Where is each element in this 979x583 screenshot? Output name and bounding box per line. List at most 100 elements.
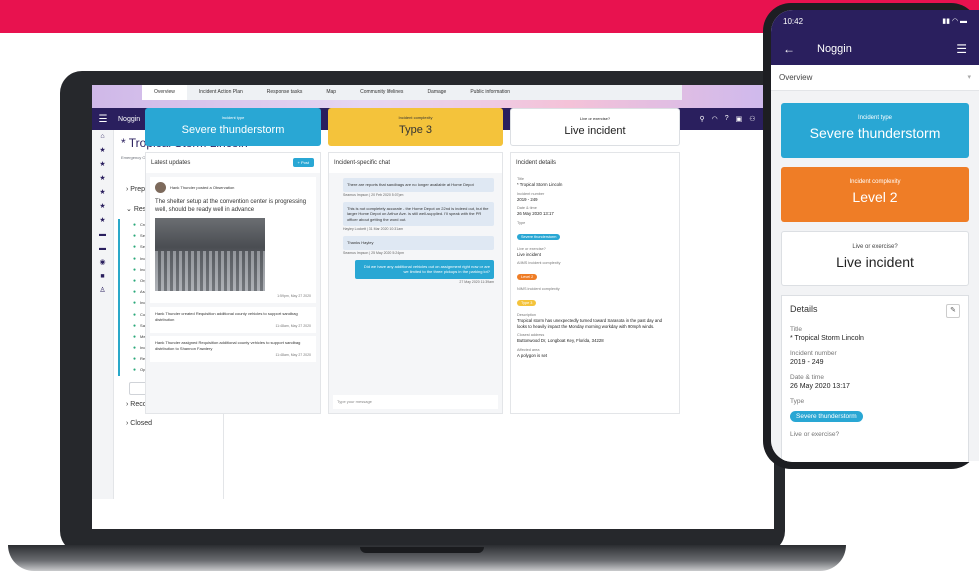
live-or-exercise-card: Live or exercise? Live incident <box>781 231 969 286</box>
phone-app-title: Noggin <box>817 42 852 55</box>
menu-icon[interactable]: ☰ <box>956 42 967 56</box>
star-icon[interactable]: ★ <box>92 200 113 214</box>
tab-response-tasks[interactable]: Response tasks <box>255 85 315 100</box>
tab-incident-action-plan[interactable]: Incident Action Plan <box>187 85 255 100</box>
detail-label: Title <box>790 326 803 333</box>
detail-value: * Tropical Storm Lincoln <box>790 335 864 342</box>
details-heading: Details <box>790 304 818 314</box>
home-icon[interactable]: ⌂ <box>92 130 113 144</box>
incident-type-card: Incident type Severe thunderstorm <box>145 108 321 146</box>
tab-map[interactable]: Map <box>314 85 348 100</box>
incident-complexity-card: Incident complexity Type 3 <box>328 108 503 146</box>
panel-heading: Incident details <box>511 153 679 173</box>
detail-label: NIMS incident complexity <box>517 287 560 291</box>
left-icon-rail: ⌂ ★ ★ ★ ★ ★ ★ ▬ ▬ ◉ ■ ♙ <box>92 130 114 499</box>
chat-message: Thanks Hayley <box>343 236 494 250</box>
card-value: Type 3 <box>398 124 433 136</box>
latest-updates-panel: Latest updates + Post Hank Thunder poste… <box>145 152 321 414</box>
update-card: Hank Thunder posted a Observation The sh… <box>150 177 316 303</box>
detail-value: 2019 - 249 <box>790 359 824 366</box>
detail-value: Buttonwood Dr, Longboat Key, Florida, 34… <box>517 338 604 343</box>
phone-app-bar: ← Noggin ☰ <box>771 32 979 65</box>
detail-label: Date & time <box>790 374 824 381</box>
person-icon[interactable]: ♙ <box>92 284 113 298</box>
globe-icon[interactable]: ◉ <box>92 256 113 270</box>
details-list: Title * Tropical Storm Lincoln Incident … <box>511 177 679 358</box>
tab-bar: Overview Incident Action Plan Response t… <box>142 85 682 100</box>
star-icon[interactable]: ★ <box>92 158 113 172</box>
details-header: Details ✎ <box>790 304 960 318</box>
update-row[interactable]: Hank Thunder assigned Requisition additi… <box>150 336 316 362</box>
card-value: Level 2 <box>852 189 898 205</box>
detail-label: AIIMS incident complexity <box>517 261 561 265</box>
card-value: Severe thunderstorm <box>181 124 285 136</box>
nims-badge: Type 3 <box>517 300 537 306</box>
detail-value: 26 May 2020 13:17 <box>517 211 554 216</box>
detail-label: Affected area <box>517 347 540 352</box>
chat-icon[interactable]: ▬ <box>92 228 113 242</box>
author-line: Hank Thunder posted a Observation <box>170 185 235 190</box>
card-value: Live incident <box>564 125 626 137</box>
tab-community-lifelines[interactable]: Community lifelines <box>348 85 415 100</box>
help-icon[interactable]: ? <box>725 115 729 123</box>
avatar <box>155 182 166 193</box>
folder-icon[interactable]: ▬ <box>92 242 113 256</box>
detail-label: Type <box>790 398 805 405</box>
card-value: Severe thunderstorm <box>809 125 941 141</box>
card-label: Incident complexity <box>398 115 433 120</box>
briefcase-icon[interactable]: ■ <box>92 270 113 284</box>
detail-value: * Tropical Storm Lincoln <box>517 182 563 187</box>
chat-input[interactable]: Type your message <box>333 395 498 409</box>
star-icon[interactable]: ★ <box>92 214 113 228</box>
card-label: Incident type <box>221 115 245 120</box>
shelter-photo[interactable] <box>155 218 265 291</box>
card-label: Live or exercise? <box>852 244 898 250</box>
detail-value: Live incident <box>517 251 541 257</box>
detail-value: 2019 - 249 <box>517 196 538 202</box>
star-icon[interactable]: ★ <box>92 144 113 158</box>
detail-label: Live or exercise? <box>517 246 546 251</box>
post-button[interactable]: + Post <box>292 158 314 167</box>
phone-content: Incident type Severe thunderstorm Incide… <box>771 91 979 462</box>
phone-status-bar: 10:42 ▮▮ ◠ ▬ <box>771 10 979 32</box>
sidebar-group-closed[interactable]: › Closed <box>114 414 223 433</box>
tab-public-information[interactable]: Public information <box>458 85 522 100</box>
star-icon[interactable]: ★ <box>92 186 113 200</box>
tab-overview[interactable]: Overview <box>142 85 187 100</box>
back-arrow-icon[interactable]: ← <box>783 42 795 56</box>
chevron-down-icon: ▾ <box>967 74 971 81</box>
view-dropdown[interactable]: Overview ▾ <box>771 65 979 91</box>
detail-value: Tropical storm has unexpectedly turned t… <box>517 318 663 329</box>
edit-pencil-icon[interactable]: ✎ <box>946 304 960 318</box>
detail-label: Date & time <box>517 206 537 210</box>
chat-message: There are reports that sandbags are no l… <box>343 178 494 192</box>
detail-label: Description <box>517 313 536 317</box>
detail-label: Closest address <box>517 333 545 337</box>
menu-icon[interactable]: ☰ <box>92 114 114 125</box>
card-label: Live or exercise? <box>579 116 611 121</box>
panel-heading: Incident-specific chat <box>329 153 502 173</box>
search-icon[interactable]: ⚲ <box>699 115 704 123</box>
chat-meta: 27 May 2020 11:39am <box>459 279 494 284</box>
card-label: Incident complexity <box>849 179 901 185</box>
update-time: 11:48am, May 27 2020 <box>275 324 311 328</box>
detail-label: Live or exercise? <box>790 431 840 438</box>
update-row[interactable]: Hank Thunder created Requisition additio… <box>150 307 316 333</box>
update-text: The shelter setup at the convention cent… <box>155 199 307 213</box>
star-icon[interactable]: ★ <box>92 172 113 186</box>
phone-time: 10:42 <box>783 16 804 26</box>
detail-value: 26 May 2020 13:17 <box>790 383 850 390</box>
contact-card-icon[interactable]: ▣ <box>736 115 743 123</box>
update-row-text: Hank Thunder created Requisition additio… <box>155 311 298 322</box>
aiims-badge: Level 2 <box>517 274 538 280</box>
tab-damage[interactable]: Damage <box>415 85 458 100</box>
detail-label: Incident number <box>517 191 545 196</box>
headset-icon[interactable]: ◠ <box>712 115 718 123</box>
detail-value: A polygon is set <box>517 352 548 358</box>
chat-message-own: Did we have any additional vehicles out … <box>355 259 494 279</box>
chat-meta: Seamus Impson | 25 May 2020 5:24pm <box>343 250 405 255</box>
incident-complexity-card: Incident complexity Level 2 <box>781 167 969 222</box>
card-value: Live incident <box>836 254 914 270</box>
users-icon[interactable]: ⚇ <box>749 115 755 123</box>
app-brand: Noggin <box>118 115 141 123</box>
